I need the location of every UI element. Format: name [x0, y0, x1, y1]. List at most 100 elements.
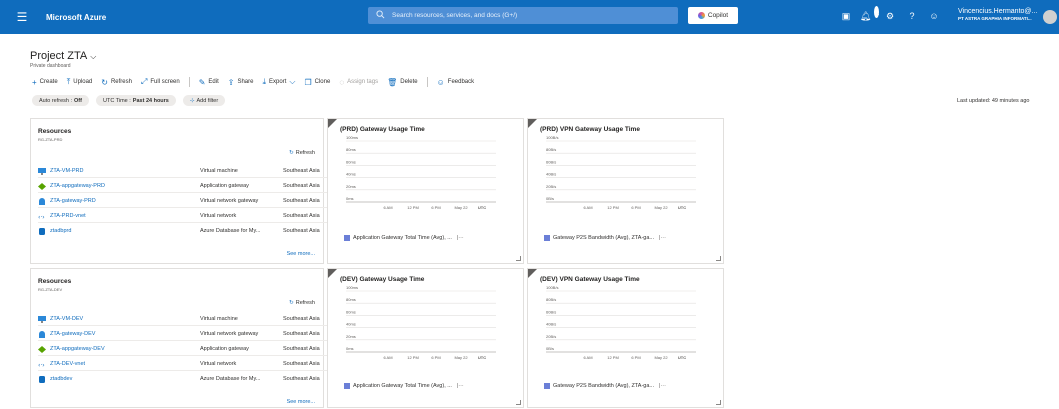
resource-name-link[interactable]: ZTA-gateway-DEV [38, 330, 95, 338]
resource-row[interactable]: ZTA-appgateway-DEV Application gateway S… [38, 344, 348, 354]
resource-row[interactable]: ZTA-VM-DEV Virtual machine Southeast Asi… [38, 314, 348, 324]
resource-name-link[interactable]: ZTA-VM-DEV [38, 315, 83, 323]
tile-title: Resources [38, 128, 72, 135]
chart-tile-dev-gateway[interactable]: (DEV) Gateway Usage Time 100ms 80ms 60ms 40… [327, 268, 524, 408]
feedback-icon[interactable]: ☺ [928, 10, 940, 22]
chevron-down-icon[interactable]: ⌵ [90, 52, 96, 61]
resource-row[interactable]: ztadbdev Azure Database for My... Southe… [38, 374, 348, 384]
x-tick-label: 6 PM [631, 205, 640, 210]
upload-button[interactable]: ⤒ Upload [67, 77, 93, 87]
resource-name-link[interactable]: ZTA-appgateway-PRD [38, 182, 105, 190]
chart-tile-prd-vpn[interactable]: (PRD) VPN Gateway Usage Time 100B/s 80B/s… [527, 118, 724, 264]
resource-name-link[interactable]: ZTA-gateway-PRD [38, 197, 96, 205]
share-icon: ⇪ [227, 77, 235, 87]
chart-legend[interactable]: Application Gateway Total Time (Avg), ..… [344, 383, 464, 389]
more-options-icon[interactable]: |··· [659, 235, 666, 241]
resource-location: Southeast Asia [283, 331, 320, 337]
y-tick-label: 80ms [346, 147, 356, 152]
account-menu[interactable]: Vincencius.Hermanto@... PT ASTRA GRAPHIA… [958, 8, 1037, 21]
notifications-icon[interactable]: 🔔︎ 1 [860, 6, 880, 22]
help-icon[interactable]: ? [906, 10, 918, 22]
feedback-button[interactable]: ☺ Feedback [437, 78, 475, 87]
vnet-icon: ‹·› [38, 214, 45, 220]
resource-row[interactable]: ztadbprd Azure Database for My... Southe… [38, 226, 348, 236]
feedback-icon: ☺ [436, 77, 445, 87]
legend-swatch [344, 383, 350, 389]
refresh-button[interactable]: ↻ Refresh [101, 78, 132, 87]
clone-button[interactable]: ❐ Clone [304, 78, 330, 87]
y-tick-label: 100B/s [546, 285, 558, 290]
chart-plot: 100B/s 80B/s 60B/s 40B/s 20B/s 0B/s 6 AM 12 PM 6… [546, 135, 696, 210]
y-tick-label: 20ms [346, 334, 356, 339]
share-button[interactable]: ⇪ Share [228, 78, 254, 87]
resource-row[interactable]: ‹·› ZTA-PRD-vnet Virtual network Southeas… [38, 211, 348, 221]
chart-legend[interactable]: Application Gateway Total Time (Avg), ..… [344, 235, 464, 241]
resize-handle[interactable] [716, 256, 721, 261]
row-divider [38, 207, 348, 208]
edit-button[interactable]: ✎ Edit [199, 78, 219, 87]
toolbar-divider [188, 77, 190, 87]
resource-name-link[interactable]: ztadbprd [38, 227, 71, 235]
resource-type: Application gateway [200, 183, 249, 189]
resource-row[interactable]: ‹·› ZTA-DEV-vnet Virtual network Southeas… [38, 359, 348, 369]
chart-tile-prd-gateway[interactable]: (PRD) Gateway Usage Time 100ms 80ms 60ms 40… [327, 118, 524, 264]
feedback-label: Feedback [447, 79, 475, 85]
auto-refresh-pill[interactable]: Auto refresh : Off [32, 95, 89, 106]
delete-button[interactable]: 🗑︎ Delete [387, 78, 418, 87]
utc-time-pill[interactable]: UTC Time : Past 24 hours [95, 95, 176, 106]
resource-name-link[interactable]: ‹·› ZTA-PRD-vnet [38, 213, 86, 220]
page-title[interactable]: Project ZTA ⌵ [30, 50, 96, 62]
resource-row[interactable]: ZTA-gateway-DEV Virtual network gateway … [38, 329, 348, 339]
y-tick-label: 20B/s [546, 334, 556, 339]
refresh-icon: ↻ [289, 300, 294, 306]
resource-name-link[interactable]: ‹·› ZTA-DEV-vnet [38, 361, 85, 368]
add-filter-pill[interactable]: ⊹ Add filter [182, 95, 226, 106]
copilot-button[interactable]: Copilot [688, 7, 738, 24]
tile-refresh-label: Refresh [295, 150, 315, 156]
resource-name-link[interactable]: ZTA-VM-PRD [38, 167, 84, 175]
avatar[interactable] [1043, 10, 1057, 24]
resource-row[interactable]: ZTA-gateway-PRD Virtual network gateway … [38, 196, 348, 206]
resize-handle[interactable] [716, 400, 721, 405]
resize-handle[interactable] [516, 256, 521, 261]
legend-label: Gateway P2S Bandwidth (Avg), ZTA-ga... [553, 383, 654, 389]
copy-icon: ❐ [304, 77, 312, 87]
resource-name-link[interactable]: ztadbdev [38, 375, 73, 383]
see-more-link[interactable]: See more... [287, 399, 315, 405]
trash-icon: 🗑︎ [387, 77, 398, 87]
resource-row[interactable]: ZTA-VM-PRD Virtual machine Southeast Asi… [38, 166, 348, 176]
full-screen-label: Full screen [150, 79, 180, 85]
x-tick-label: May 22 [454, 205, 468, 210]
legend-label: Application Gateway Total Time (Avg), ..… [353, 383, 452, 389]
chart-legend[interactable]: Gateway P2S Bandwidth (Avg), ZTA-ga... |·… [544, 383, 666, 389]
full-screen-button[interactable]: ⤢ Full screen [141, 77, 180, 87]
more-options-icon[interactable]: |··· [457, 235, 464, 241]
create-button[interactable]: + Create [32, 78, 58, 87]
vnet-gateway-icon [39, 330, 45, 338]
export-button[interactable]: ⤓ Export ⌵ [262, 77, 295, 87]
brand-title[interactable]: Microsoft Azure [46, 13, 106, 22]
tile-subtitle: RG-ZTA-DEV [38, 287, 63, 292]
row-divider [38, 340, 348, 341]
tile-refresh-button[interactable]: ↻ Refresh [289, 300, 315, 306]
more-options-icon[interactable]: |··· [457, 383, 464, 389]
chart-legend[interactable]: Gateway P2S Bandwidth (Avg), ZTA-ga... |·… [544, 235, 666, 241]
resource-name: ztadbdev [50, 376, 73, 382]
chart-tile-dev-vpn[interactable]: (DEV) VPN Gateway Usage Time 100B/s 80B/s… [527, 268, 724, 408]
tile-refresh-button[interactable]: ↻ Refresh [289, 150, 315, 156]
resize-handle[interactable] [516, 400, 521, 405]
assign-tags-button[interactable]: ◌ Assign tags [339, 78, 378, 87]
row-divider [38, 355, 348, 356]
y-tick-label: 60B/s [546, 309, 556, 314]
see-more-link[interactable]: See more... [287, 251, 315, 257]
resource-name-link[interactable]: ZTA-appgateway-DEV [38, 345, 105, 353]
user-name: Vincencius.Hermanto@... [958, 8, 1038, 15]
search-input[interactable]: Search resources, services, and docs (G+… [368, 7, 678, 24]
settings-gear-icon[interactable]: ⚙ [884, 10, 896, 22]
page-subtitle: Private dashboard [30, 63, 71, 69]
resource-row[interactable]: ZTA-appgateway-PRD Application gateway S… [38, 181, 348, 191]
cloud-shell-icon[interactable]: ▣ [840, 10, 852, 22]
hamburger-icon[interactable]: ☰ [10, 10, 34, 24]
notification-badge: 1 [874, 6, 880, 18]
more-options-icon[interactable]: |··· [659, 383, 666, 389]
